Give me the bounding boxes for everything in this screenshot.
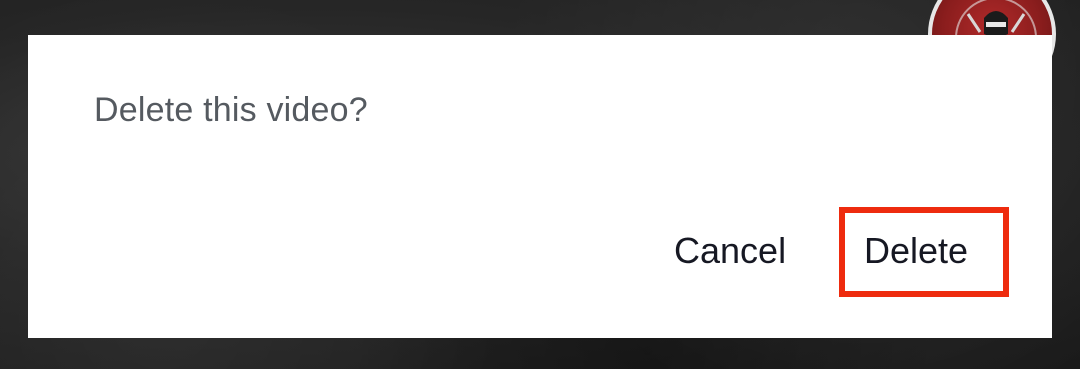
cancel-button[interactable]: Cancel	[674, 233, 786, 269]
dialog-actions: Cancel Delete	[28, 35, 1052, 338]
delete-confirm-dialog: Delete this video? Cancel Delete	[28, 35, 1052, 338]
delete-button[interactable]: Delete	[864, 233, 968, 269]
